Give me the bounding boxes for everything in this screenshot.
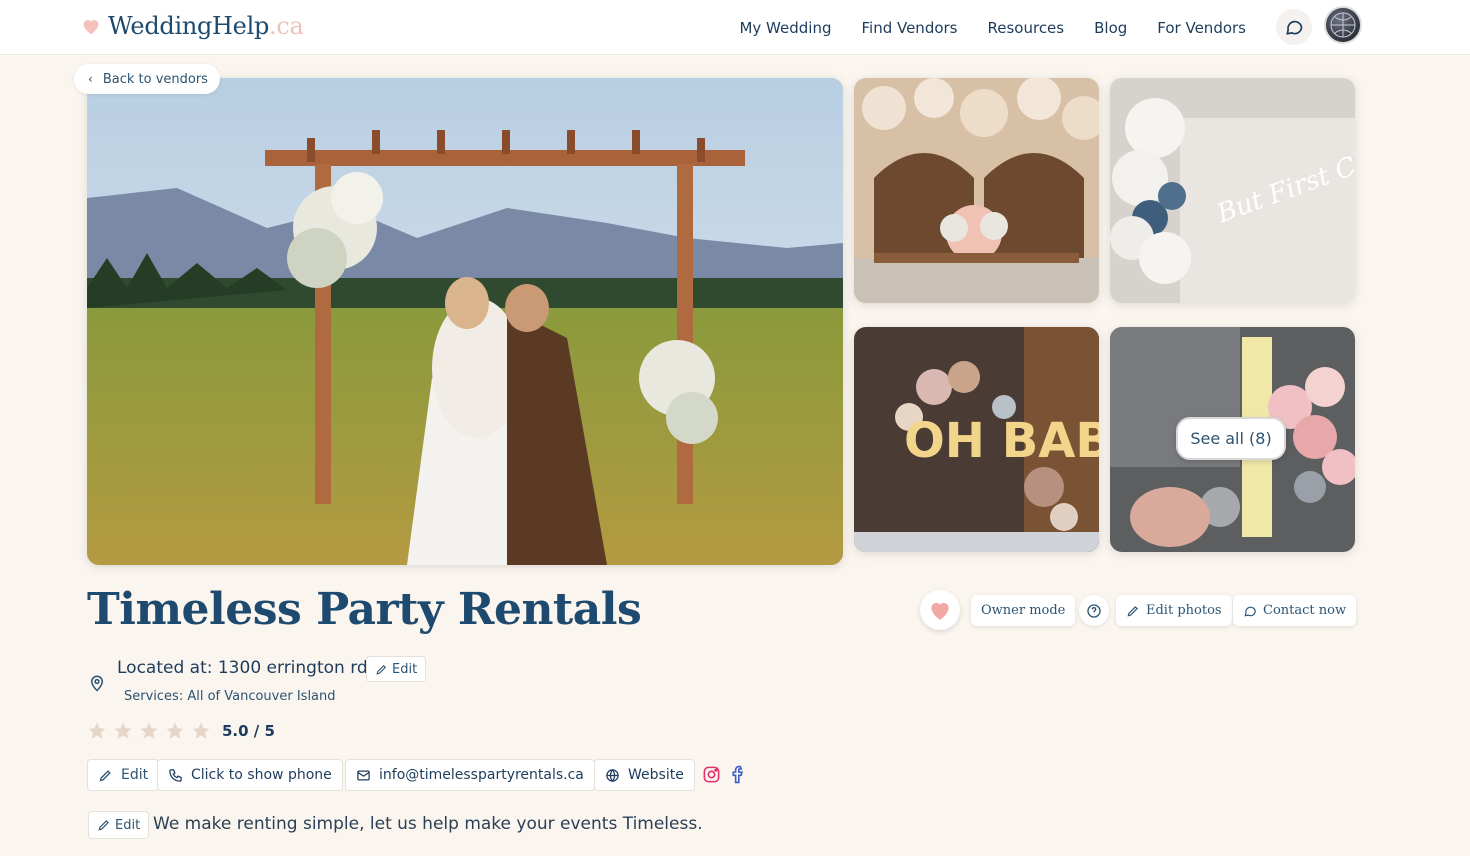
star-icon <box>139 721 159 745</box>
back-to-vendors-link[interactable]: ‹ Back to vendors <box>74 64 220 94</box>
chevron-left-icon: ‹ <box>88 72 93 86</box>
nav-blog[interactable]: Blog <box>1094 19 1127 37</box>
heart-icon <box>931 602 949 620</box>
marquee-text: OH BABY <box>904 413 1099 469</box>
instagram-icon[interactable] <box>702 765 721 784</box>
gallery-thumb-1[interactable] <box>854 78 1099 303</box>
gallery-thumb-2[interactable]: But First Champagne <box>1110 78 1355 303</box>
star-rating <box>87 721 217 745</box>
main-nav: My Wedding Find Vendors Resources Blog F… <box>709 0 1246 55</box>
edit-label: Edit <box>115 817 141 833</box>
mail-icon <box>357 770 370 780</box>
email-label: info@timelesspartyrentals.ca <box>379 767 584 783</box>
back-label: Back to vendors <box>102 71 208 87</box>
edit-label: Edit <box>121 767 149 783</box>
email-button[interactable]: info@timelesspartyrentals.ca <box>345 759 595 791</box>
messages-button[interactable] <box>1276 9 1312 45</box>
owner-mode-label: Owner mode <box>981 603 1066 618</box>
user-avatar[interactable] <box>1324 6 1362 44</box>
nav-my-wedding[interactable]: My Wedding <box>739 19 831 37</box>
oh-baby-photo: OH BABY <box>854 327 1099 552</box>
favorite-button[interactable] <box>920 590 960 630</box>
logo-text: WeddingHelp <box>108 12 270 40</box>
help-button[interactable] <box>1079 595 1109 626</box>
nav-resources[interactable]: Resources <box>988 19 1065 37</box>
globe-avatar-icon <box>1330 12 1356 38</box>
see-all-photos-button[interactable]: See all (8) <box>1176 417 1286 460</box>
show-phone-button[interactable]: Click to show phone <box>157 759 343 791</box>
vendor-location: Located at: 1300 errington rd <box>117 658 368 678</box>
edit-photos-label: Edit photos <box>1146 603 1222 618</box>
edit-label: Edit <box>392 661 418 677</box>
contact-now-button[interactable]: Contact now <box>1233 595 1357 626</box>
rating-value: 5.0 / 5 <box>222 722 275 740</box>
question-circle-icon <box>1087 603 1101 618</box>
pencil-icon <box>1127 605 1138 616</box>
site-logo[interactable]: WeddingHelp .ca <box>80 12 304 40</box>
chat-bubble-icon <box>1286 20 1303 35</box>
main-photo[interactable] <box>87 78 843 565</box>
chat-bubble-icon <box>1244 606 1256 616</box>
neon-sign-photo: But First Champagne <box>1110 78 1355 303</box>
gallery-thumb-3[interactable]: OH BABY <box>854 327 1099 552</box>
star-icon <box>87 721 107 745</box>
nav-for-vendors[interactable]: For Vendors <box>1157 19 1246 37</box>
vendor-services: Services: All of Vancouver Island <box>124 689 336 704</box>
edit-location-button[interactable]: Edit <box>366 656 427 682</box>
logo-domain: .ca <box>269 12 304 40</box>
owner-mode-button[interactable]: Owner mode <box>971 595 1076 626</box>
pencil-icon <box>376 664 387 675</box>
top-nav-bar: WeddingHelp .ca My Wedding Find Vendors R… <box>0 0 1470 55</box>
pencil-icon <box>99 769 111 781</box>
phone-label: Click to show phone <box>191 767 332 783</box>
pencil-icon <box>98 820 109 831</box>
facebook-icon[interactable] <box>731 765 745 784</box>
flower-wall-photo <box>854 78 1099 303</box>
website-label: Website <box>628 767 684 783</box>
contact-now-label: Contact now <box>1263 603 1347 618</box>
nav-find-vendors[interactable]: Find Vendors <box>861 19 957 37</box>
heart-logo-icon <box>83 20 99 35</box>
edit-contact-button[interactable]: Edit <box>87 759 160 791</box>
phone-icon <box>169 768 182 782</box>
star-icon <box>165 721 185 745</box>
wedding-arch-photo <box>87 78 843 565</box>
vendor-description: We make renting simple, let us help make… <box>153 814 703 834</box>
edit-description-button[interactable]: Edit <box>88 811 150 839</box>
globe-icon <box>606 768 619 782</box>
star-icon <box>191 721 211 745</box>
vendor-title: Timeless Party Rentals <box>87 584 642 635</box>
map-pin-icon <box>90 675 104 692</box>
website-button[interactable]: Website <box>594 759 695 791</box>
edit-photos-button[interactable]: Edit photos <box>1116 595 1232 626</box>
star-icon <box>113 721 133 745</box>
